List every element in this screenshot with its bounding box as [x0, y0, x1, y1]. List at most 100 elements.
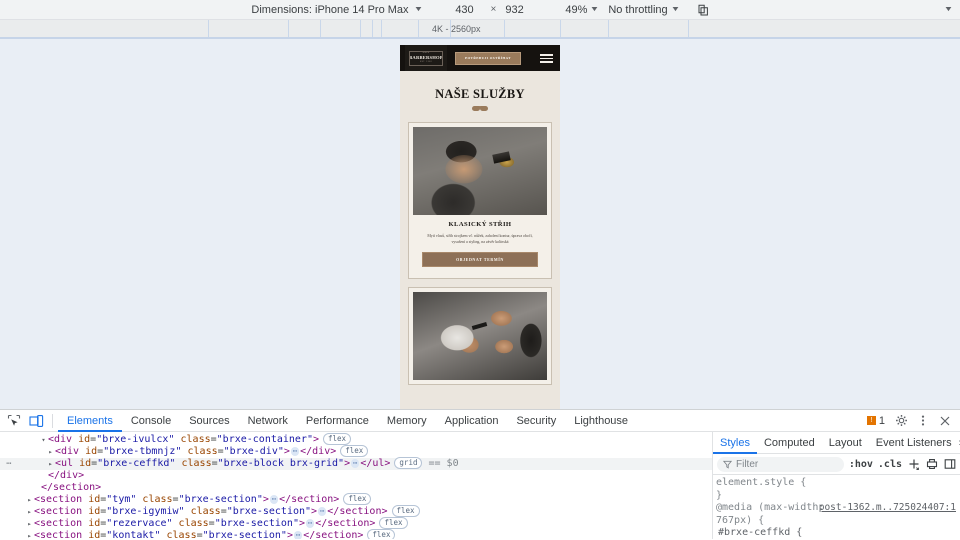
ruler-tick: [372, 20, 373, 37]
device-viewport-frame[interactable]: Since BARBERSHOP EST. 1948 POTŘEBUJI OST…: [400, 45, 560, 409]
css-media-query[interactable]: @media (max-width: post-1362.m..725024407…: [716, 502, 960, 515]
dom-tree-row[interactable]: </div>: [0, 470, 712, 482]
ruler-tick: [504, 20, 505, 37]
styles-tab-event-listeners[interactable]: Event Listeners: [869, 432, 959, 454]
tab-network[interactable]: Network: [239, 410, 297, 432]
styles-tab-layout[interactable]: Layout: [822, 432, 869, 454]
site-header: Since BARBERSHOP EST. 1948 POTŘEBUJI OST…: [400, 45, 560, 71]
ruler-tick: [608, 20, 609, 37]
header-cta-button[interactable]: POTŘEBUJI OSTŘÍHAT: [455, 51, 522, 65]
book-appointment-button[interactable]: OBJEDNAT TERMÍN: [422, 252, 538, 268]
styles-tab-styles[interactable]: Styles: [713, 432, 757, 454]
toggle-sidebar-icon[interactable]: [943, 458, 956, 470]
expand-arrow-icon[interactable]: ▸: [46, 458, 55, 470]
dom-tree-row[interactable]: ▸ <section id="brxe-igymiw" class="brxe-s…: [0, 505, 712, 518]
ruler-tick: [381, 20, 382, 37]
styles-filter-input[interactable]: Filter: [717, 456, 844, 472]
viewport-ruler[interactable]: 4K - 2560px: [0, 20, 960, 39]
issues-count: 1: [878, 414, 885, 427]
chevron-down-icon: ▼: [589, 6, 600, 13]
tab-memory[interactable]: Memory: [378, 410, 436, 432]
dom-row-gutter: ⋯: [6, 458, 12, 469]
ruler-tick: [320, 20, 321, 37]
hamburger-menu-icon[interactable]: [540, 54, 553, 63]
barber-clipper-haircut-photo: [413, 127, 547, 215]
expand-arrow-icon[interactable]: ▸: [25, 530, 34, 539]
dom-tree-row[interactable]: ▸ <section id="tym" class="brxe-section">…: [0, 493, 712, 506]
expand-arrow-icon[interactable]: ▸: [25, 518, 34, 530]
ruler-tick: [208, 20, 209, 37]
styles-filter-bar: Filter :hov .cls: [713, 454, 960, 475]
gear-icon[interactable]: [890, 411, 912, 431]
css-selector[interactable]: #brxe-ceffkd {: [716, 527, 960, 539]
service-card-description: Mytí vlasů, stříh strojkem vč. nůžek, za…: [427, 234, 533, 245]
tab-application[interactable]: Application: [436, 410, 508, 432]
inspect-element-icon[interactable]: [3, 411, 25, 431]
dom-tree-row[interactable]: ▾ <div id="brxe-ivulcx" class="brxe-conta…: [0, 433, 712, 446]
css-selector[interactable]: }: [716, 490, 960, 503]
dom-tree-row[interactable]: ⋯ ▸ <ul id="brxe-ceffkd" class="brxe-block…: [0, 457, 712, 470]
razor-blade-shape: [471, 322, 488, 331]
dom-tree-row[interactable]: ▸ <div id="brxe-tbmnjz" class="brxe-div">…: [0, 445, 712, 458]
tab-elements[interactable]: Elements: [58, 410, 122, 432]
devtools-tab-bar: Elements Console Sources Network Performance…: [0, 410, 960, 432]
zoom-selector[interactable]: 49% ▼: [563, 4, 600, 16]
devtools-main: ▾ <div id="brxe-ivulcx" class="brxe-conta…: [0, 432, 960, 539]
times-separator: ×: [490, 4, 497, 15]
dom-row-content: <section id="kontakt" class="brxe-sectio…: [34, 529, 396, 539]
rotate-icon[interactable]: [695, 2, 711, 18]
plus-icon[interactable]: [907, 458, 920, 470]
dom-tree-row[interactable]: </section>: [0, 482, 712, 494]
throttling-value: No throttling: [608, 3, 668, 16]
expand-arrow-icon[interactable]: ▸: [46, 446, 55, 458]
service-card[interactable]: [408, 287, 552, 386]
zoom-value: 49%: [565, 3, 588, 16]
expand-arrow-icon[interactable]: ▾: [39, 434, 48, 446]
tab-security[interactable]: Security: [507, 410, 565, 432]
dom-tree-row[interactable]: ▸ <section id="rezervace" class="brxe-sec…: [0, 517, 712, 530]
css-media-query-cont[interactable]: 767px) {: [716, 515, 960, 528]
styles-tab-computed[interactable]: Computed: [757, 432, 822, 454]
tab-sources[interactable]: Sources: [180, 410, 238, 432]
device-mode-controls: Dimensions: iPhone 14 Pro Max ▼ × 49% ▼ …: [0, 2, 960, 18]
device-mode-toolbar: Dimensions: iPhone 14 Pro Max ▼ × 49% ▼ …: [0, 0, 960, 20]
service-card[interactable]: KLASICKÝ STŘIH Mytí vlasů, stříh strojke…: [408, 122, 552, 280]
class-editor-toggle[interactable]: .cls: [878, 459, 902, 470]
ruler-size-label: 4K - 2560px: [432, 24, 481, 34]
chevron-down-icon: ▼: [413, 6, 423, 13]
filter-funnel-icon: [723, 460, 732, 469]
barber-straight-razor-shave-photo: [413, 292, 547, 381]
page-title: NAŠE SLUŽBY: [435, 87, 525, 101]
tab-performance[interactable]: Performance: [297, 410, 378, 432]
device-viewport-area[interactable]: Since BARBERSHOP EST. 1948 POTŘEBUJI OST…: [0, 39, 960, 409]
print-media-icon[interactable]: [925, 458, 938, 470]
stylesheet-origin-link[interactable]: post-1362.m..725024407:1: [819, 502, 956, 515]
tab-lighthouse[interactable]: Lighthouse: [565, 410, 637, 432]
hover-state-toggle[interactable]: :hov: [849, 459, 873, 470]
expand-arrow-icon[interactable]: ▸: [25, 494, 34, 506]
kebab-menu-icon[interactable]: [912, 411, 934, 431]
dom-tree-row[interactable]: ▸ <section id="kontakt" class="brxe-secti…: [0, 529, 712, 539]
viewport-height-input[interactable]: [505, 3, 540, 16]
page-body: NAŠE SLUŽBY KLASICKÝ STŘIH Mytí vlasů, s…: [400, 87, 560, 386]
toolbar-divider: [52, 413, 53, 428]
throttling-selector[interactable]: No throttling ▼: [608, 4, 680, 16]
css-selector[interactable]: element.style {: [716, 477, 960, 490]
toolbar-overflow-button[interactable]: ▼: [944, 6, 954, 13]
issues-badge[interactable]: ! 1: [866, 414, 885, 427]
styles-tabs: Styles Computed Layout Event Listeners: [713, 432, 959, 454]
ruler-tick: [288, 20, 289, 37]
css-rules-list[interactable]: element.style {} @media (max-width: post-1…: [713, 475, 960, 539]
ruler-tick: [418, 20, 419, 37]
expand-arrow-icon[interactable]: ▸: [25, 506, 34, 518]
tab-console[interactable]: Console: [122, 410, 180, 432]
ruler-tick: [688, 20, 689, 37]
site-logo[interactable]: Since BARBERSHOP EST. 1948: [405, 45, 447, 71]
clipper-shape: [492, 151, 512, 165]
device-preset-selector[interactable]: Dimensions: iPhone 14 Pro Max ▼: [249, 4, 423, 16]
device-toolbar-icon[interactable]: [25, 411, 47, 431]
styles-tab-bar: StylesComputedLayoutEvent Listeners »: [713, 432, 960, 454]
dom-tree[interactable]: ▾ <div id="brxe-ivulcx" class="brxe-conta…: [0, 432, 712, 539]
viewport-width-input[interactable]: [447, 3, 482, 16]
close-icon[interactable]: [934, 411, 956, 431]
